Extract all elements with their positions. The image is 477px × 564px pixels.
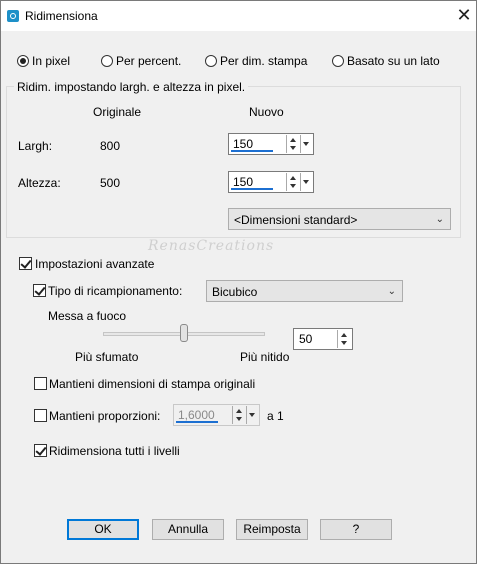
radio-based-on-side-label[interactable]: Basato su un lato: [347, 54, 440, 68]
sharpen-label: Messa a fuoco: [48, 309, 127, 323]
title-bar: Ridimensiona ✕: [1, 1, 476, 31]
radio-per-percent-label[interactable]: Per percent.: [116, 54, 181, 68]
height-new-spinbox[interactable]: 150: [228, 171, 314, 193]
sharpen-min-label: Più sfumato: [75, 350, 139, 364]
keep-print-size-checkbox[interactable]: [34, 377, 47, 390]
resample-type-label[interactable]: Tipo di ricampionamento:: [48, 284, 182, 298]
cancel-button[interactable]: Annulla: [152, 519, 224, 540]
height-original-value: 500: [100, 176, 121, 190]
spin-down-icon[interactable]: [341, 341, 347, 345]
height-new-value[interactable]: 150: [233, 175, 253, 189]
ok-button[interactable]: OK: [67, 519, 139, 540]
sharpen-max-label: Più nitido: [240, 350, 290, 364]
advanced-settings-label[interactable]: Impostazioni avanzate: [35, 257, 154, 271]
resample-type-checkbox[interactable]: [33, 284, 46, 297]
spin-up-icon[interactable]: [290, 176, 296, 180]
standard-sizes-value[interactable]: <Dimensioni standard>: [234, 213, 357, 227]
radio-based-on-side[interactable]: [332, 55, 344, 67]
reset-button[interactable]: Reimposta: [236, 519, 308, 540]
radio-per-print-size-label[interactable]: Per dim. stampa: [220, 54, 307, 68]
sharpen-spinbox[interactable]: 50: [293, 328, 353, 350]
sharpen-spin-arrows[interactable]: [337, 330, 350, 348]
width-spin-arrows[interactable]: [286, 135, 299, 153]
app-icon: [7, 10, 19, 22]
ratio-suffix: a 1: [267, 409, 284, 423]
chevron-down-icon[interactable]: ⌄: [436, 214, 444, 225]
resize-all-layers-label[interactable]: Ridimensiona tutti i livelli: [49, 444, 180, 458]
radio-per-percent[interactable]: [101, 55, 113, 67]
spin-down-icon[interactable]: [290, 146, 296, 150]
ratio-spinbox[interactable]: 1,6000: [173, 404, 260, 426]
resample-type-select[interactable]: Bicubico ⌄: [206, 280, 403, 302]
width-original-value: 800: [100, 139, 121, 153]
radio-in-pixel-label[interactable]: In pixel: [32, 54, 70, 68]
pixel-group-title: Ridim. impostando largh. e altezza in pi…: [14, 80, 249, 94]
height-input-underline: [231, 188, 273, 190]
height-spin-arrows[interactable]: [286, 173, 299, 191]
help-button[interactable]: ?: [320, 519, 392, 540]
width-label: Largh:: [18, 139, 53, 153]
ratio-dropdown-icon[interactable]: [246, 406, 258, 424]
sharpen-value[interactable]: 50: [299, 332, 312, 346]
height-dropdown-icon[interactable]: [300, 173, 312, 191]
width-new-value[interactable]: 150: [233, 137, 253, 151]
keep-print-size-label[interactable]: Mantieni dimensioni di stampa originali: [49, 377, 255, 391]
width-dropdown-icon[interactable]: [300, 135, 312, 153]
resample-type-value[interactable]: Bicubico: [212, 285, 257, 299]
width-input-underline: [231, 150, 273, 152]
ratio-input-underline: [176, 421, 218, 423]
spin-up-icon[interactable]: [236, 409, 242, 413]
keep-ratio-checkbox[interactable]: [34, 409, 47, 422]
watermark-text: RenasCreations: [148, 238, 275, 254]
advanced-settings-checkbox[interactable]: [19, 257, 32, 270]
ratio-spin-arrows[interactable]: [232, 406, 245, 424]
spin-down-icon[interactable]: [236, 417, 242, 421]
standard-sizes-select[interactable]: <Dimensioni standard> ⌄: [228, 208, 451, 230]
ratio-value[interactable]: 1,6000: [178, 408, 215, 422]
radio-per-print-size[interactable]: [205, 55, 217, 67]
spin-up-icon[interactable]: [290, 138, 296, 142]
width-new-spinbox[interactable]: 150: [228, 133, 314, 155]
radio-in-pixel[interactable]: [17, 55, 29, 67]
window-title: Ridimensiona: [25, 9, 98, 23]
column-new-header: Nuovo: [249, 105, 284, 119]
height-label: Altezza:: [18, 176, 61, 190]
keep-ratio-label[interactable]: Mantieni proporzioni:: [49, 409, 160, 423]
sharpen-slider-thumb[interactable]: [180, 324, 188, 342]
resize-all-layers-checkbox[interactable]: [34, 444, 47, 457]
spin-down-icon[interactable]: [290, 184, 296, 188]
column-original-header: Originale: [93, 105, 142, 119]
close-icon[interactable]: ✕: [454, 6, 474, 26]
spin-up-icon[interactable]: [341, 333, 347, 337]
chevron-down-icon[interactable]: ⌄: [388, 286, 396, 297]
